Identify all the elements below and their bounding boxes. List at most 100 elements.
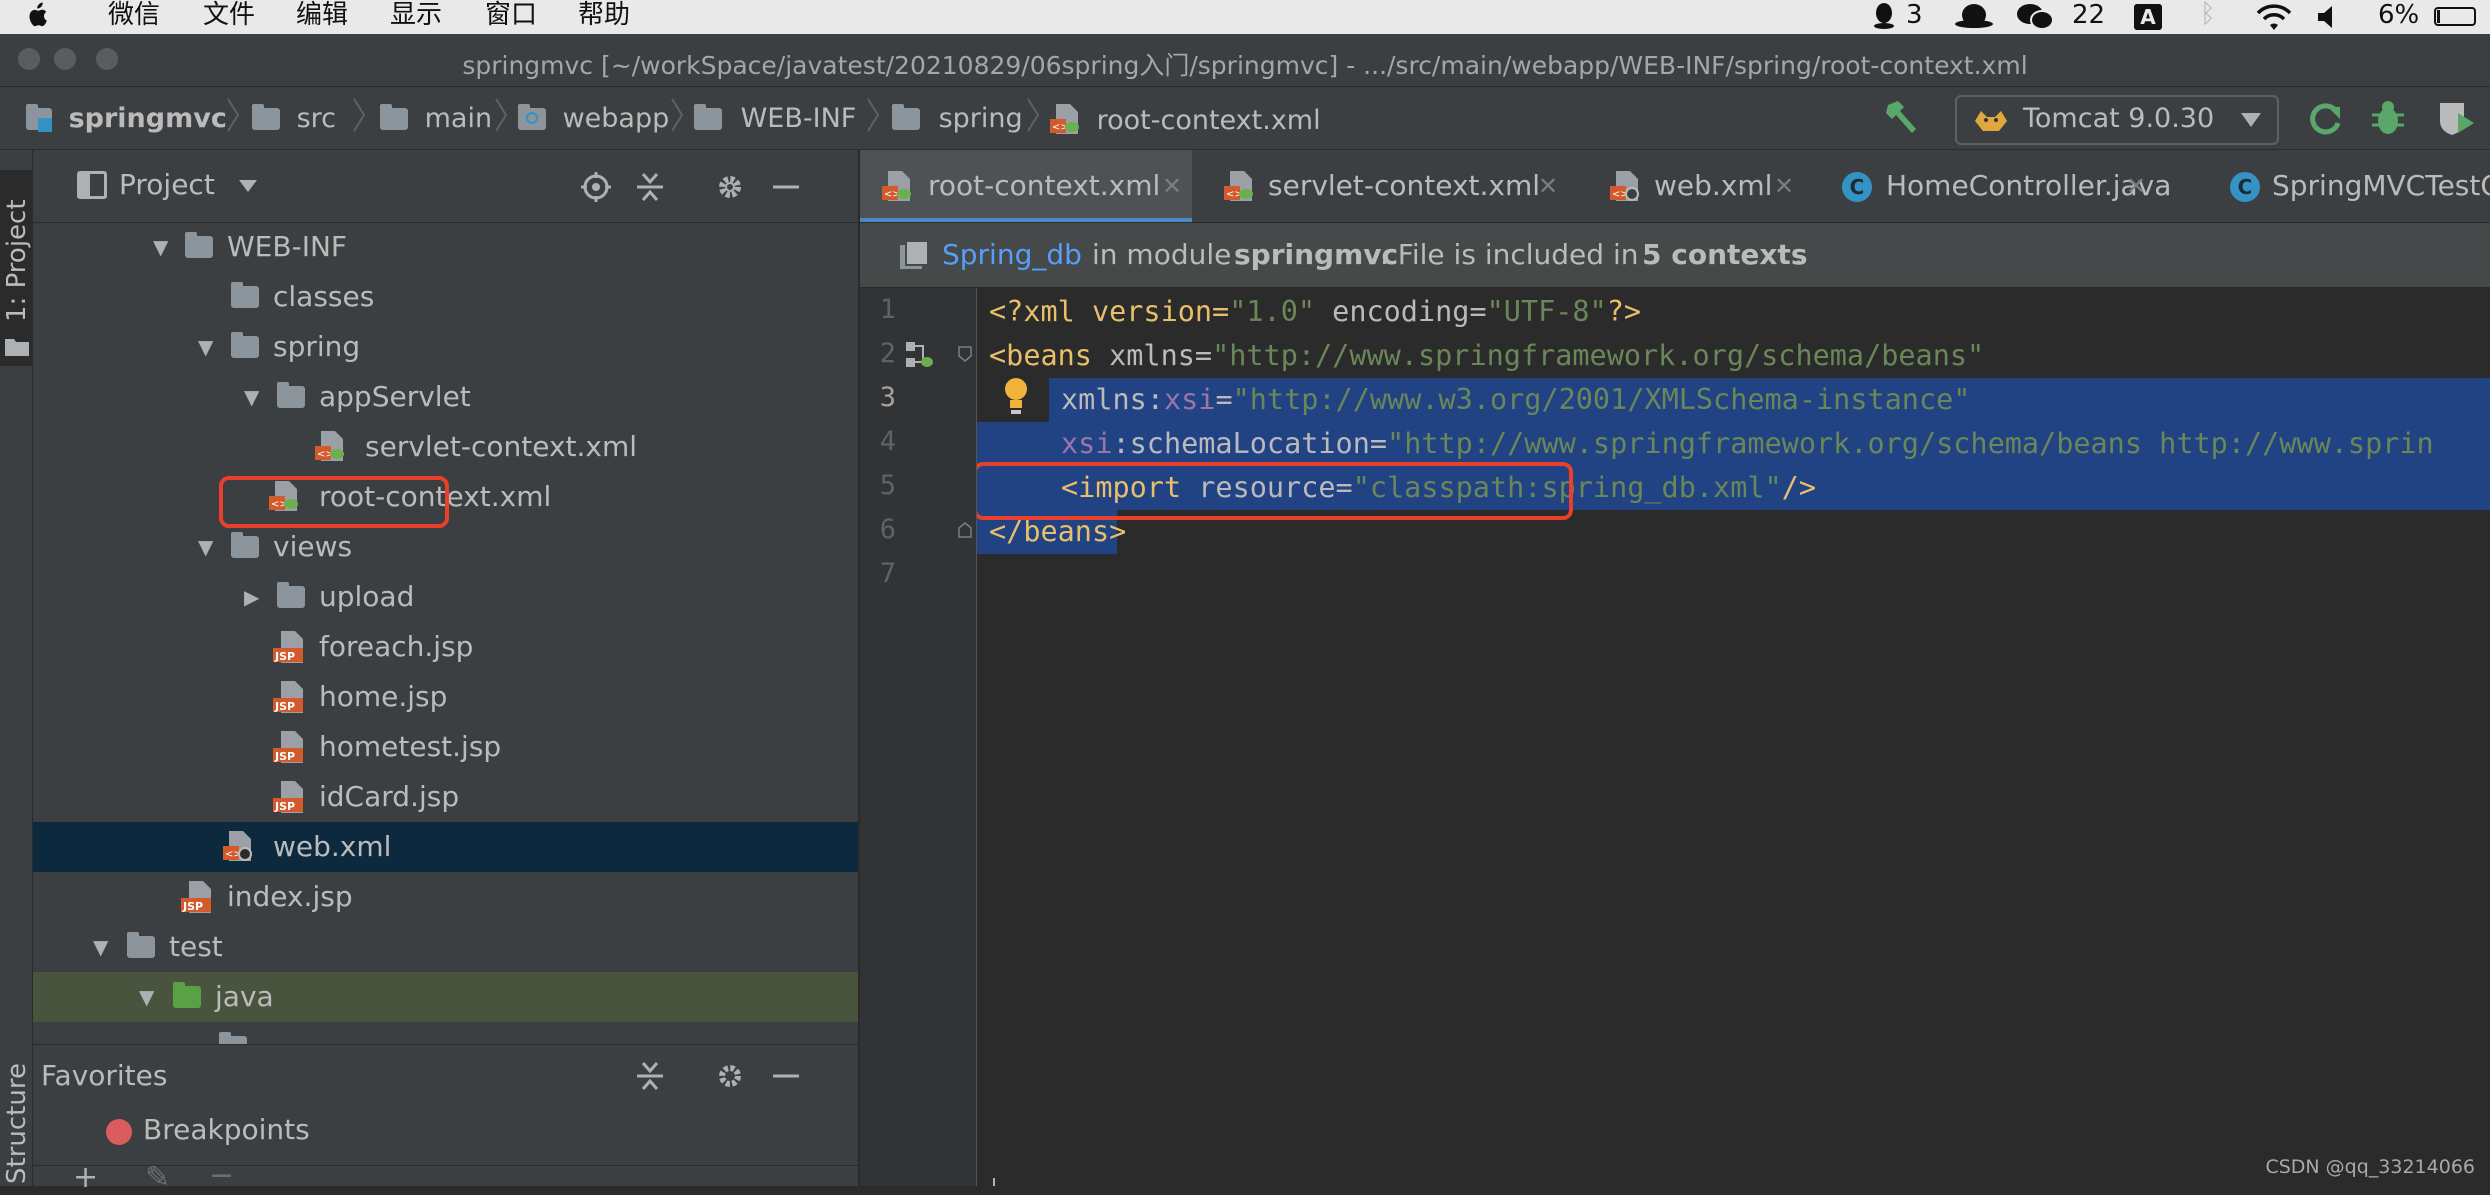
menu-view[interactable]: 显示 bbox=[390, 0, 442, 32]
breadcrumb-main[interactable]: main bbox=[380, 103, 492, 134]
tab-web-xml[interactable]: <> web.xml ✕ bbox=[1574, 150, 1810, 222]
chevron-down-icon[interactable] bbox=[239, 180, 257, 192]
locate-target-icon[interactable] bbox=[581, 172, 611, 202]
tree-node-home-jsp[interactable]: JSP home.jsp bbox=[33, 672, 858, 722]
edit-icon[interactable]: ✎ bbox=[145, 1160, 170, 1195]
breadcrumb-src[interactable]: src bbox=[252, 103, 336, 134]
close-tab-icon[interactable]: ✕ bbox=[1538, 150, 1558, 222]
chevron-down-icon[interactable]: ▼ bbox=[244, 372, 264, 422]
tree-node-java[interactable]: ▼ java bbox=[33, 972, 858, 1022]
chevron-right-icon[interactable]: ▶ bbox=[244, 572, 264, 622]
breadcrumb-web-inf[interactable]: WEB-INF bbox=[694, 103, 856, 134]
wechat-icon[interactable] bbox=[2016, 3, 2054, 31]
volume-icon[interactable] bbox=[2318, 5, 2340, 29]
qq-count: 3 bbox=[1906, 0, 1923, 30]
folder-icon bbox=[380, 104, 408, 130]
remove-icon[interactable]: − bbox=[209, 1158, 234, 1193]
battery-icon[interactable] bbox=[2434, 7, 2476, 26]
structure-tool-tab[interactable]: Structure bbox=[0, 1050, 32, 1186]
tab-root-context-xml[interactable]: <> root-context.xml ✕ bbox=[860, 150, 1192, 222]
chevron-down-icon[interactable]: ▼ bbox=[198, 522, 218, 572]
spring-context-icon bbox=[900, 240, 929, 269]
bluetooth-icon[interactable]: ᛒ bbox=[2200, 0, 2216, 29]
tree-node-foreach-jsp[interactable]: JSP foreach.jsp bbox=[33, 622, 858, 672]
editor-gutter: 1 2 3 4 5 6 7 bbox=[860, 288, 977, 1186]
chevron-right-icon bbox=[495, 98, 508, 132]
tab-servlet-context-xml[interactable]: <> servlet-context.xml ✕ bbox=[1196, 150, 1574, 222]
hat-icon[interactable] bbox=[1954, 3, 1994, 29]
gear-icon[interactable] bbox=[715, 172, 745, 202]
tree-node-views[interactable]: ▼ views bbox=[33, 522, 858, 572]
build-hammer-icon[interactable] bbox=[1882, 99, 1922, 137]
tree-node-label: servlet-context.xml bbox=[365, 430, 638, 463]
chevron-down-icon[interactable]: ▼ bbox=[198, 322, 218, 372]
rerun-icon[interactable] bbox=[2306, 101, 2344, 137]
breadcrumb-spring[interactable]: spring bbox=[892, 103, 1023, 134]
close-tab-icon[interactable]: ✕ bbox=[2126, 150, 2146, 222]
spring-context-link[interactable]: Spring_db bbox=[942, 223, 1082, 287]
breadcrumb-project[interactable]: springmvc bbox=[26, 103, 227, 134]
coverage-icon[interactable] bbox=[2436, 99, 2476, 137]
close-tab-icon[interactable]: ✕ bbox=[1162, 150, 1182, 222]
spring-bean-gutter-icon[interactable] bbox=[904, 340, 934, 370]
hide-panel-icon[interactable] bbox=[771, 172, 801, 202]
project-tool-label: 1: Project bbox=[2, 199, 32, 322]
project-view-icon bbox=[77, 171, 107, 199]
collapse-all-icon[interactable] bbox=[635, 172, 665, 202]
line-number: 1 bbox=[879, 294, 896, 325]
apple-icon[interactable] bbox=[26, 2, 48, 28]
project-tree: ▼ WEB-INF classes ▼ spring ▼ appServlet … bbox=[33, 222, 858, 1044]
tree-node-appservlet[interactable]: ▼ appServlet bbox=[33, 372, 858, 422]
tree-node-web-inf[interactable]: ▼ WEB-INF bbox=[33, 222, 858, 272]
favorites-item-label: Breakpoints bbox=[143, 1113, 310, 1146]
breadcrumb-webapp[interactable]: webapp bbox=[518, 103, 669, 134]
debug-bug-icon[interactable] bbox=[2370, 99, 2406, 137]
tree-node-idcard-jsp[interactable]: JSP idCard.jsp bbox=[33, 772, 858, 822]
menu-file[interactable]: 文件 bbox=[203, 0, 255, 32]
tree-node-hometest-jsp[interactable]: JSP hometest.jsp bbox=[33, 722, 858, 772]
tree-node-test[interactable]: ▼ test bbox=[33, 922, 858, 972]
tree-node-label: home.jsp bbox=[319, 680, 448, 713]
project-view-selector[interactable]: Project bbox=[119, 168, 215, 201]
menu-wechat[interactable]: 微信 bbox=[108, 0, 160, 32]
tree-node-spring[interactable]: ▼ spring bbox=[33, 322, 858, 372]
code-editor[interactable]: <?xml version="1.0" encoding="UTF-8"?> <… bbox=[977, 288, 2490, 1186]
breadcrumb-file[interactable]: <> root-context.xml bbox=[1050, 103, 1321, 136]
breadcrumb-label: WEB-INF bbox=[740, 103, 857, 134]
tree-node-servlet-context-xml[interactable]: <> servlet-context.xml bbox=[33, 422, 858, 472]
chevron-down-icon[interactable]: ▼ bbox=[93, 922, 113, 972]
run-configuration-dropdown[interactable]: Tomcat 9.0.30 bbox=[1955, 95, 2279, 145]
wechat-count: 22 bbox=[2072, 0, 2106, 30]
fold-marker-icon[interactable] bbox=[958, 346, 972, 362]
tree-node-label: web.xml bbox=[273, 830, 392, 863]
add-icon[interactable]: + bbox=[73, 1160, 98, 1195]
menu-edit[interactable]: 编辑 bbox=[296, 0, 348, 32]
collapse-all-icon[interactable] bbox=[635, 1061, 665, 1091]
gear-icon[interactable] bbox=[715, 1061, 745, 1091]
input-method-icon[interactable]: A bbox=[2134, 4, 2162, 30]
fold-end-marker-icon[interactable] bbox=[958, 522, 972, 538]
menu-help[interactable]: 帮助 bbox=[578, 0, 630, 32]
chevron-down-icon[interactable]: ▼ bbox=[139, 972, 159, 1022]
chevron-down-icon[interactable]: ▼ bbox=[153, 222, 173, 272]
menu-window[interactable]: 窗口 bbox=[485, 0, 537, 32]
tree-node-upload[interactable]: ▶ upload bbox=[33, 572, 858, 622]
qq-icon[interactable] bbox=[1872, 2, 1896, 30]
folder-icon bbox=[127, 932, 155, 958]
tree-node-index-jsp[interactable]: JSP index.jsp bbox=[33, 872, 858, 922]
project-tool-tab[interactable]: 1: Project bbox=[0, 170, 32, 366]
breadcrumb-label: main bbox=[424, 103, 493, 134]
line-number: 2 bbox=[879, 338, 896, 369]
code-line-3: xmlns:xsi="http://www.w3.org/2001/XMLSch… bbox=[1061, 378, 1970, 422]
code-token: "1.0" bbox=[1229, 295, 1316, 328]
lightbulb-icon[interactable] bbox=[1001, 376, 1031, 416]
tree-node-web-xml[interactable]: <> web.xml bbox=[33, 822, 858, 872]
favorites-item-breakpoints[interactable]: Breakpoints bbox=[33, 1109, 858, 1159]
wifi-icon[interactable] bbox=[2254, 4, 2294, 32]
tree-node-classes[interactable]: classes bbox=[33, 272, 858, 322]
hide-panel-icon[interactable] bbox=[771, 1061, 801, 1091]
tab-springmvctest[interactable]: C SpringMVCTestC bbox=[2214, 150, 2490, 222]
tab-homecontroller-java[interactable]: C HomeController.java ✕ bbox=[1826, 150, 2171, 222]
close-tab-icon[interactable]: ✕ bbox=[1774, 150, 1794, 222]
folder-icon bbox=[277, 582, 305, 608]
